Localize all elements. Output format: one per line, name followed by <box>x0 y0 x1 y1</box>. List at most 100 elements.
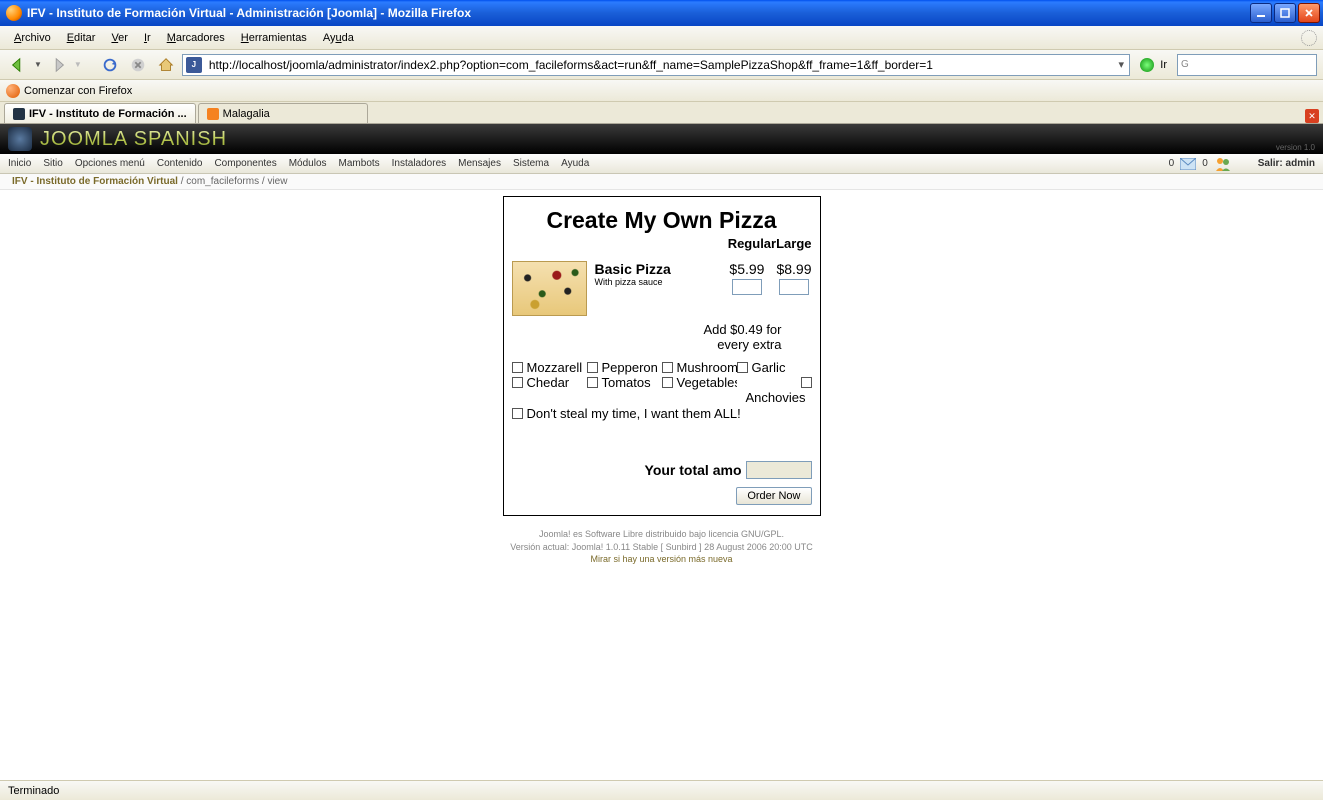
topping-label: Anchovies <box>746 390 806 405</box>
bookmark-item[interactable]: Comenzar con Firefox <box>24 85 132 97</box>
close-button[interactable] <box>1298 3 1320 23</box>
minimize-button[interactable] <box>1250 3 1272 23</box>
tab-label: Malagalia <box>223 108 270 120</box>
url-dropdown[interactable]: ▾ <box>1113 58 1129 71</box>
topping-label: Pepperon <box>602 360 658 375</box>
footer-text: Joomla! es Software Libre distribuido ba… <box>503 528 821 566</box>
user-count: 0 <box>1202 158 1208 169</box>
nav-toolbar: ▼ ▼ J ▾ Ir G <box>0 50 1323 80</box>
size-large-label: Large <box>776 236 811 251</box>
status-bar: Terminado <box>0 780 1323 800</box>
url-input[interactable] <box>205 58 1113 72</box>
topping-label: Vegetables <box>677 375 737 390</box>
forward-button[interactable] <box>46 53 70 77</box>
url-bar: J ▾ <box>182 54 1130 76</box>
joomla-version: version 1.0 <box>1276 143 1315 152</box>
jmenu-opciones[interactable]: Opciones menú <box>75 158 145 169</box>
menu-archivo[interactable]: Archivo <box>6 29 59 47</box>
checkbox-pepperoni[interactable] <box>587 362 598 373</box>
joomla-header: JOOMLA SPANISH version 1.0 <box>0 124 1323 154</box>
checkbox-garlic[interactable] <box>737 362 748 373</box>
checkbox-all[interactable] <box>512 408 523 419</box>
firefox-icon <box>6 5 22 21</box>
menu-editar[interactable]: Editar <box>59 29 104 47</box>
breadcrumb-root[interactable]: IFV - Instituto de Formación Virtual <box>12 176 178 187</box>
tab-favicon-icon <box>13 108 25 120</box>
checkbox-chedar[interactable] <box>512 377 523 388</box>
total-input <box>746 461 812 479</box>
joomla-logo-icon <box>8 127 32 151</box>
site-favicon-icon: J <box>186 57 202 73</box>
checkbox-mozzarella[interactable] <box>512 362 523 373</box>
jmenu-mensajes[interactable]: Mensajes <box>458 158 501 169</box>
menu-herramientas[interactable]: Herramientas <box>233 29 315 47</box>
price-regular: $5.99 <box>729 261 764 277</box>
back-button[interactable] <box>6 53 30 77</box>
footer-update-link[interactable]: Mirar si hay una versión más nueva <box>503 553 821 566</box>
jmenu-sitio[interactable]: Sitio <box>43 158 62 169</box>
basic-pizza-sub: With pizza sauce <box>595 277 722 287</box>
mail-icon[interactable] <box>1180 158 1196 170</box>
throbber-icon <box>1301 30 1317 46</box>
menu-ir[interactable]: Ir <box>136 29 159 47</box>
menu-marcadores[interactable]: Marcadores <box>159 29 233 47</box>
jmenu-componentes[interactable]: Componentes <box>214 158 276 169</box>
breadcrumb-view: view <box>267 176 287 187</box>
maximize-button[interactable] <box>1274 3 1296 23</box>
footer-line1: Joomla! es Software Libre distribuido ba… <box>503 528 821 541</box>
tab-active[interactable]: IFV - Instituto de Formación ... <box>4 103 196 123</box>
all-toppings-label: Don't steal my time, I want them ALL! <box>527 406 741 421</box>
status-text: Terminado <box>8 785 59 797</box>
joomla-menubar: Inicio Sitio Opciones menú Contenido Com… <box>0 154 1323 174</box>
jmenu-contenido[interactable]: Contenido <box>157 158 203 169</box>
jmenu-mambots[interactable]: Mambots <box>339 158 380 169</box>
jmenu-instaladores[interactable]: Instaladores <box>392 158 446 169</box>
topping-label: Mozzarell <box>527 360 583 375</box>
qty-regular-input[interactable] <box>732 279 762 295</box>
search-box[interactable]: G <box>1177 54 1317 76</box>
basic-pizza-name: Basic Pizza <box>595 261 722 277</box>
jmenu-ayuda[interactable]: Ayuda <box>561 158 589 169</box>
jmenu-sistema[interactable]: Sistema <box>513 158 549 169</box>
bookmarks-toolbar: Comenzar con Firefox <box>0 80 1323 102</box>
topping-label: Chedar <box>527 375 570 390</box>
total-label: Your total amo <box>645 462 742 478</box>
close-tab-button[interactable]: ✕ <box>1305 109 1319 123</box>
reload-button[interactable] <box>98 53 122 77</box>
size-headers: RegularLarge <box>512 236 812 251</box>
back-dropdown[interactable]: ▼ <box>34 60 42 69</box>
tabs-bar: IFV - Instituto de Formación ... Malagal… <box>0 102 1323 124</box>
checkbox-vegetables[interactable] <box>662 377 673 388</box>
form-title: Create My Own Pizza <box>512 207 812 234</box>
firefox-bookmark-icon <box>6 84 20 98</box>
breadcrumb-component: com_facileforms <box>186 176 259 187</box>
go-button[interactable] <box>1140 58 1154 72</box>
checkbox-tomatos[interactable] <box>587 377 598 388</box>
tab-inactive[interactable]: Malagalia <box>198 103 368 123</box>
footer-line2: Versión actual: Joomla! 1.0.11 Stable [ … <box>503 541 821 554</box>
qty-large-input[interactable] <box>779 279 809 295</box>
toppings-grid: Mozzarell Pepperon Mushroom Garlic Cheda… <box>512 360 812 405</box>
home-button[interactable] <box>154 53 178 77</box>
jmenu-inicio[interactable]: Inicio <box>8 158 31 169</box>
stop-button <box>126 53 150 77</box>
pizza-form: Create My Own Pizza RegularLarge Basic P… <box>503 196 821 516</box>
search-engine-icon[interactable]: G <box>1181 59 1189 70</box>
menu-ver[interactable]: Ver <box>103 29 136 47</box>
logout-link[interactable]: Salir: admin <box>1258 158 1315 169</box>
users-icon[interactable] <box>1214 157 1232 171</box>
forward-dropdown[interactable]: ▼ <box>74 60 82 69</box>
menu-ayuda[interactable]: Ayuda <box>315 29 362 47</box>
window-title: IFV - Instituto de Formación Virtual - A… <box>27 6 1250 20</box>
search-input[interactable] <box>1192 59 1292 71</box>
checkbox-mushroom[interactable] <box>662 362 673 373</box>
order-now-button[interactable]: Order Now <box>736 487 811 505</box>
jmenu-modulos[interactable]: Módulos <box>289 158 327 169</box>
topping-label: Garlic <box>752 360 786 375</box>
pizza-image <box>512 261 587 316</box>
joomla-brand: JOOMLA SPANISH <box>40 128 227 151</box>
window-titlebar: IFV - Instituto de Formación Virtual - A… <box>0 0 1323 26</box>
tab-favicon-icon <box>207 108 219 120</box>
topping-label: Tomatos <box>602 375 651 390</box>
checkbox-anchovies[interactable] <box>801 377 812 388</box>
